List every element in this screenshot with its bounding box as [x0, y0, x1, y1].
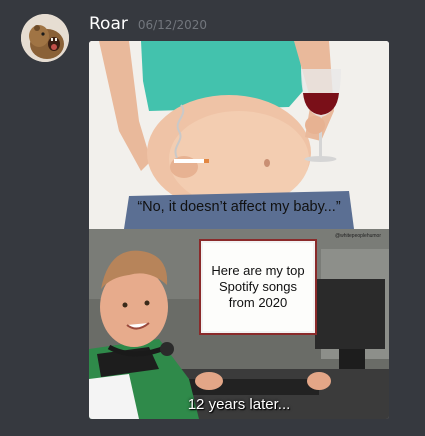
meme-top-caption: “No, it doesn’t affect my baby...” — [137, 199, 341, 215]
chat-message: Roar 06/12/2020 “No, it doesn’t affect m… — [0, 0, 425, 436]
message-timestamp: 06/12/2020 — [137, 18, 208, 32]
meme-bottom-caption: 12 years later... — [187, 396, 291, 413]
meme-sign: Here are my top Spotify songs from 2020 — [199, 239, 317, 335]
message-header: Roar 06/12/2020 — [89, 14, 207, 36]
username[interactable]: Roar — [89, 14, 128, 34]
user-avatar[interactable] — [21, 14, 69, 62]
meme-top-panel: “No, it doesn’t affect my baby...” — [89, 41, 389, 229]
meme-watermark: @whitepeoplehumor — [335, 233, 381, 239]
meme-sign-text: Here are my top Spotify songs from 2020 — [211, 263, 305, 310]
capybara-avatar-icon — [21, 14, 69, 62]
image-attachment[interactable]: “No, it doesn’t affect my baby...” @whit… — [89, 41, 389, 419]
meme-bottom-panel: @whitepeoplehumor Here are my top Spotif… — [89, 229, 389, 419]
